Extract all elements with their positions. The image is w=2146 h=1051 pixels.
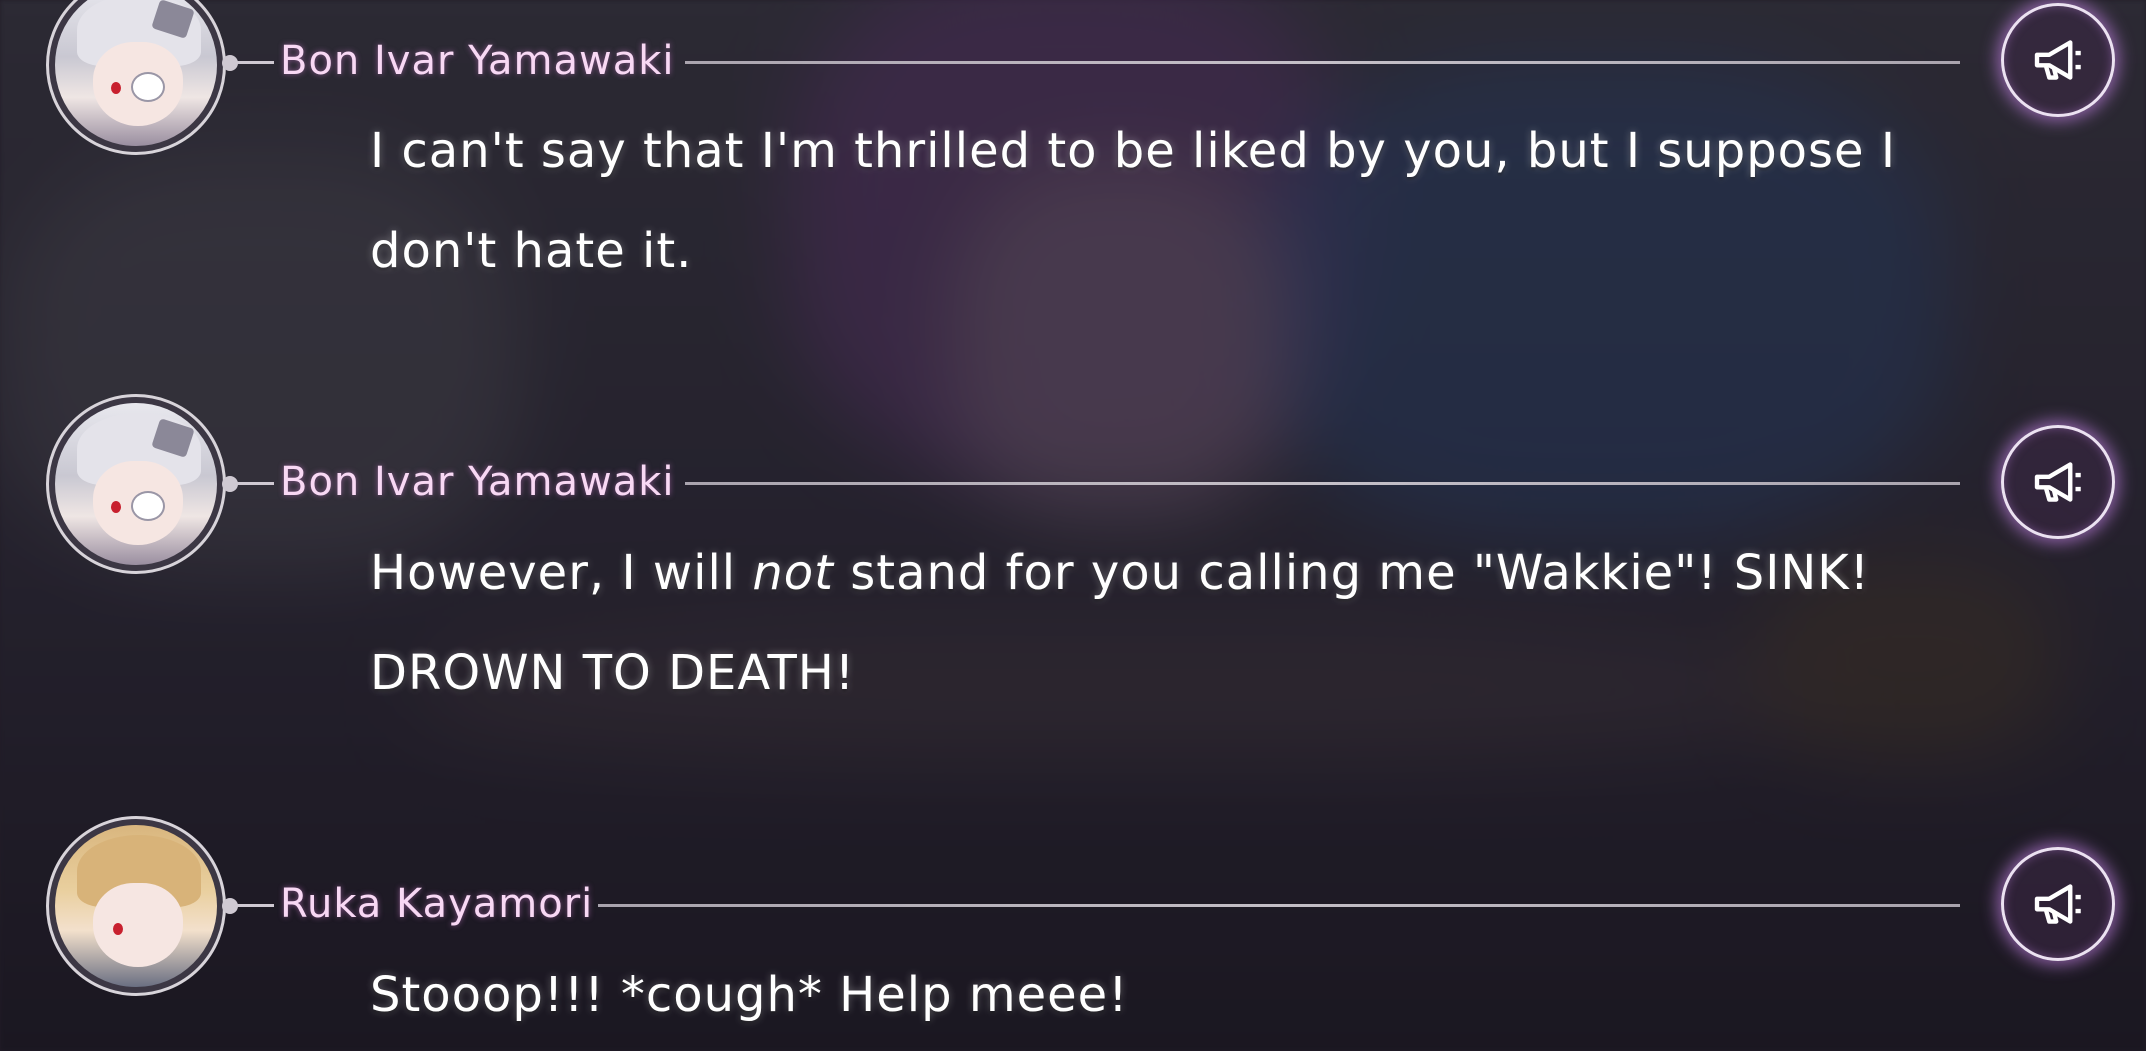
megaphone-icon (2034, 40, 2081, 80)
emphasis-text: not (752, 545, 834, 601)
speaker-name: Ruka Kayamori (280, 881, 594, 927)
name-divider (685, 61, 1960, 64)
replay-voice-button[interactable] (2001, 425, 2115, 539)
backlog-screen: Bon Ivar Yamawaki I can't say that I'm t… (0, 0, 2146, 1051)
dialogue-line: don't hate it. (370, 223, 693, 279)
dialogue-line: However, I will not stand for you callin… (370, 545, 1871, 601)
speaker-name: Bon Ivar Yamawaki (280, 38, 675, 84)
megaphone-icon (2034, 462, 2081, 502)
dialogue-line: Stooop!!! *cough* Help meee! (370, 967, 1129, 1023)
replay-voice-button[interactable] (2001, 3, 2115, 117)
megaphone-icon (2034, 884, 2081, 924)
speaker-avatar (46, 816, 226, 996)
dialogue-line: DROWN TO DEATH! (370, 645, 856, 701)
name-divider (598, 904, 1960, 907)
speaker-avatar (46, 394, 226, 574)
replay-voice-button[interactable] (2001, 847, 2115, 961)
name-divider (685, 482, 1960, 485)
dialogue-line: I can't say that I'm thrilled to be like… (370, 123, 1896, 179)
speaker-name: Bon Ivar Yamawaki (280, 459, 675, 505)
